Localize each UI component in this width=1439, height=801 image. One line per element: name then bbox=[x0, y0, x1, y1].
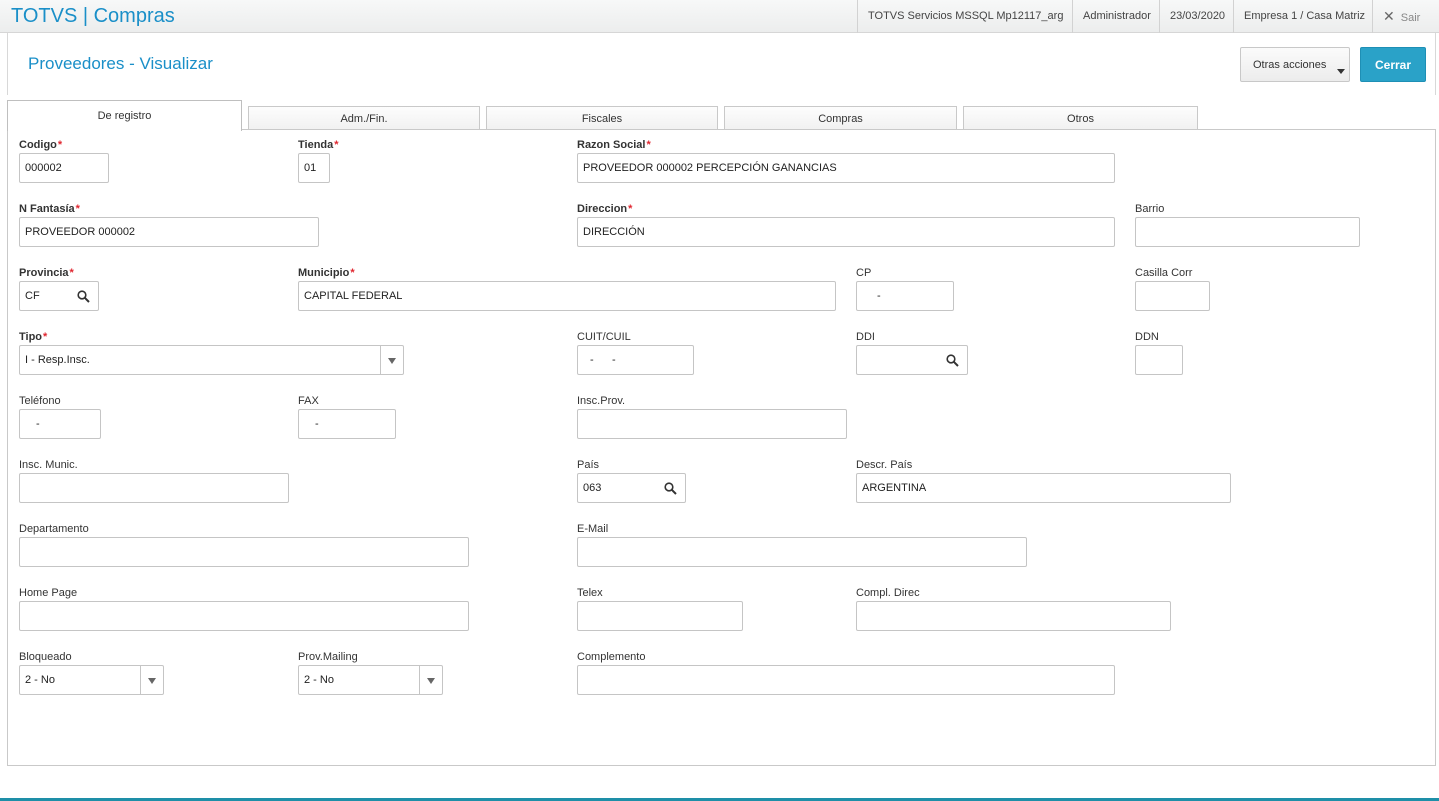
label-tipo: Tipo* bbox=[19, 331, 48, 343]
label-fax: FAX bbox=[298, 395, 319, 407]
chevron-down-icon[interactable] bbox=[419, 666, 442, 694]
label-tienda: Tienda* bbox=[298, 139, 339, 151]
other-actions-label: Otras acciones bbox=[1253, 58, 1327, 71]
label-cuit-cuil: CUIT/CUIL bbox=[577, 331, 631, 343]
top-bar: TOTVS | Compras TOTVS Servicios MSSQL Mp… bbox=[0, 0, 1439, 33]
chevron-down-icon[interactable] bbox=[140, 666, 163, 694]
server-info: TOTVS Servicios MSSQL Mp12117_arg bbox=[857, 0, 1073, 33]
label-home-page: Home Page bbox=[19, 587, 78, 599]
razon-social-field[interactable]: PROVEEDOR 000002 PERCEPCIÓN GANANCIAS bbox=[577, 153, 1115, 183]
tab-fiscales[interactable]: Fiscales bbox=[486, 106, 718, 130]
exit-label: Sair bbox=[1400, 12, 1421, 24]
codigo-field[interactable]: 000002 bbox=[19, 153, 109, 183]
user-name[interactable]: Administrador bbox=[1072, 0, 1161, 33]
tienda-field[interactable]: 01 bbox=[298, 153, 330, 183]
company-branch[interactable]: Empresa 1 / Casa Matriz bbox=[1233, 0, 1375, 33]
provincia-field[interactable]: CF bbox=[19, 281, 99, 311]
bloqueado-value: 2 - No bbox=[25, 674, 55, 686]
label-municipio: Municipio* bbox=[298, 267, 355, 279]
home-page-field[interactable] bbox=[19, 601, 469, 631]
page-header: Proveedores - Visualizar bbox=[7, 33, 1436, 95]
label-departamento: Departamento bbox=[19, 523, 89, 535]
label-direccion: Direccion* bbox=[577, 203, 633, 215]
telefono-field[interactable]: - bbox=[19, 409, 101, 439]
insc-prov-field[interactable] bbox=[577, 409, 847, 439]
casilla-corr-field[interactable] bbox=[1135, 281, 1210, 311]
label-provincia: Provincia* bbox=[19, 267, 74, 279]
magnifier-icon[interactable] bbox=[77, 290, 90, 303]
insc-munic-field[interactable] bbox=[19, 473, 289, 503]
descr-pais-field[interactable]: ARGENTINA bbox=[856, 473, 1231, 503]
prov-mailing-value: 2 - No bbox=[304, 674, 334, 686]
label-descr-pais: Descr. País bbox=[856, 459, 913, 471]
label-email: E-Mail bbox=[577, 523, 609, 535]
tab-adm-fin[interactable]: Adm./Fin. bbox=[248, 106, 480, 130]
label-complemento: Complemento bbox=[577, 651, 646, 663]
email-field[interactable] bbox=[577, 537, 1027, 567]
ddi-field[interactable] bbox=[856, 345, 968, 375]
n-fantasia-field[interactable]: PROVEEDOR 000002 bbox=[19, 217, 319, 247]
cp-field[interactable]: - bbox=[856, 281, 954, 311]
telex-field[interactable] bbox=[577, 601, 743, 631]
exit-button[interactable]: ✕ Sair bbox=[1372, 0, 1430, 33]
page-title: Proveedores - Visualizar bbox=[28, 54, 213, 73]
chevron-down-icon[interactable] bbox=[380, 346, 403, 374]
label-casilla-corr: Casilla Corr bbox=[1135, 267, 1193, 279]
label-telex: Telex bbox=[577, 587, 603, 599]
label-barrio: Barrio bbox=[1135, 203, 1165, 215]
tab-de-registro[interactable]: De registro bbox=[7, 100, 242, 131]
label-compl-direc: Compl. Direc bbox=[856, 587, 920, 599]
label-insc-munic: Insc. Munic. bbox=[19, 459, 78, 471]
fax-field[interactable]: - bbox=[298, 409, 396, 439]
tab-otros[interactable]: Otros bbox=[963, 106, 1198, 130]
label-codigo: Codigo* bbox=[19, 139, 63, 151]
pais-value: 063 bbox=[583, 482, 602, 494]
tipo-value: I - Resp.Insc. bbox=[25, 354, 90, 366]
barrio-field[interactable] bbox=[1135, 217, 1360, 247]
label-n-fantasia: N Fantasía* bbox=[19, 203, 80, 215]
tipo-select[interactable]: I - Resp.Insc. bbox=[19, 345, 404, 375]
prov-mailing-select[interactable]: 2 - No bbox=[298, 665, 443, 695]
tab-compras[interactable]: Compras bbox=[724, 106, 957, 130]
close-icon: ✕ bbox=[1383, 8, 1395, 24]
magnifier-icon[interactable] bbox=[946, 354, 959, 367]
label-cp: CP bbox=[856, 267, 872, 279]
label-insc-prov: Insc.Prov. bbox=[577, 395, 626, 407]
label-razon-social: Razon Social* bbox=[577, 139, 651, 151]
direccion-field[interactable]: DIRECCIÓN bbox=[577, 217, 1115, 247]
label-pais: País bbox=[577, 459, 600, 471]
other-actions-button[interactable]: Otras acciones bbox=[1240, 47, 1350, 82]
caret-down-icon bbox=[1337, 69, 1345, 74]
magnifier-icon[interactable] bbox=[664, 482, 677, 495]
close-button[interactable]: Cerrar bbox=[1360, 47, 1426, 82]
municipio-field[interactable]: CAPITAL FEDERAL bbox=[298, 281, 836, 311]
compl-direc-field[interactable] bbox=[856, 601, 1171, 631]
bloqueado-select[interactable]: 2 - No bbox=[19, 665, 164, 695]
ddn-field[interactable] bbox=[1135, 345, 1183, 375]
complemento-field[interactable] bbox=[577, 665, 1115, 695]
pais-field[interactable]: 063 bbox=[577, 473, 686, 503]
provincia-value: CF bbox=[25, 290, 40, 302]
label-ddn: DDN bbox=[1135, 331, 1159, 343]
label-telefono: Teléfono bbox=[19, 395, 61, 407]
label-ddi: DDI bbox=[856, 331, 875, 343]
label-prov-mailing: Prov.Mailing bbox=[298, 651, 358, 663]
app-title: TOTVS | Compras bbox=[11, 5, 175, 27]
label-bloqueado: Bloqueado bbox=[19, 651, 72, 663]
current-date[interactable]: 23/03/2020 bbox=[1159, 0, 1235, 33]
cuit-cuil-field[interactable]: - - bbox=[577, 345, 694, 375]
departamento-field[interactable] bbox=[19, 537, 469, 567]
